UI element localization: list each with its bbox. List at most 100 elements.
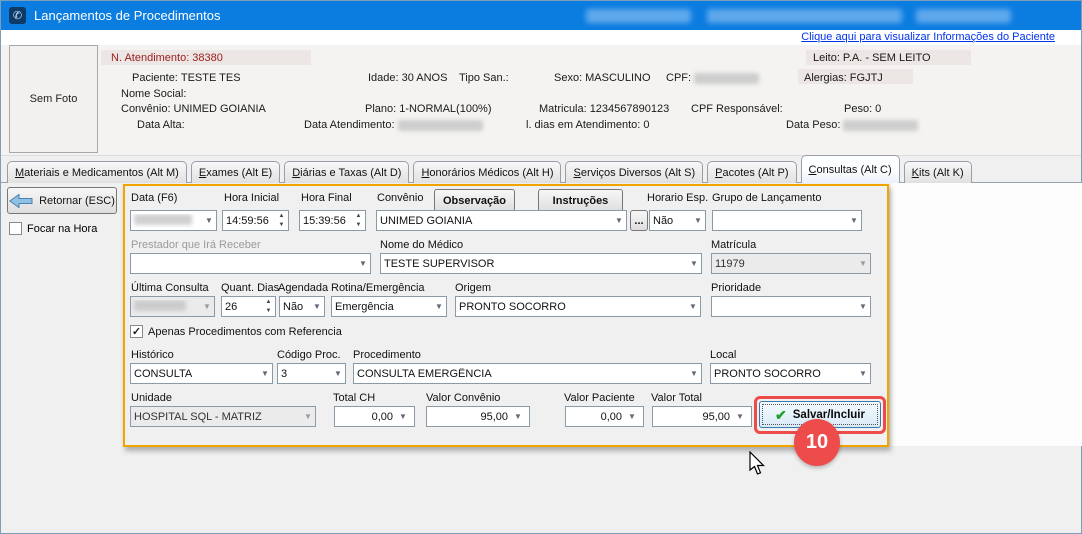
valor-total-field[interactable]: 95,00 ▼ [652, 406, 752, 427]
procedimento-combo[interactable]: CONSULTA EMERGÊNCIA ▼ [353, 363, 702, 384]
focar-label: Focar na Hora [27, 223, 97, 235]
nome-medico-label: Nome do Médico [380, 239, 463, 251]
chevron-down-icon: ▼ [856, 369, 870, 378]
field-paciente: Paciente: TESTE TES [132, 71, 241, 85]
instrucoes-button[interactable]: Instruções [538, 189, 623, 212]
tab-honorarios-medicos[interactable]: Honorários Médicos (Alt H) [413, 161, 561, 183]
codigo-proc-combo[interactable]: 3 ▼ [277, 363, 346, 384]
chevron-down-icon: ▼ [733, 412, 747, 421]
redacted-value [134, 214, 192, 225]
field-data-alta: Data Alta: [137, 118, 188, 132]
hora-inicial-label: Hora Inicial [224, 192, 279, 204]
matricula-label: Matrícula [711, 239, 756, 251]
valor-paciente-label: Valor Paciente [564, 392, 635, 404]
hora-inicial-spinner[interactable]: 14:59:56 ▲▼ [222, 210, 289, 231]
hora-final-label: Hora Final [301, 192, 352, 204]
quant-dias-spinner[interactable]: 26 ▲▼ [221, 296, 276, 317]
chevron-down-icon: ▼ [331, 369, 345, 378]
hora-final-spinner[interactable]: 15:39:56 ▲▼ [299, 210, 366, 231]
check-icon: ✔ [775, 408, 787, 422]
chevron-down-icon: ▼ [691, 216, 705, 225]
spinner-arrows-icon[interactable]: ▲▼ [275, 212, 288, 230]
spinner-arrows-icon[interactable]: ▲▼ [262, 298, 275, 316]
redacted-title-text [707, 9, 902, 23]
field-peso: Peso: 0 [844, 102, 881, 116]
origem-label: Origem [455, 282, 491, 294]
total-ch-field[interactable]: 0,00 ▼ [334, 406, 415, 427]
chevron-down-icon: ▼ [432, 302, 446, 311]
chevron-down-icon: ▼ [396, 412, 410, 421]
data-f6-label: Data (F6) [131, 192, 177, 204]
field-n-atendimento: N. Atendimento: 38380 [111, 51, 223, 65]
redacted-value [398, 120, 483, 131]
grupo-lancamento-combo[interactable]: ▼ [712, 210, 862, 231]
tab-servicos-diversos[interactable]: Serviços Diversos (Alt S) [565, 161, 703, 183]
local-label: Local [710, 349, 736, 361]
origem-combo[interactable]: PRONTO SOCORRO ▼ [455, 296, 701, 317]
redacted-title-text [916, 9, 1011, 23]
field-alergias: Alergias: FGJTJ [804, 71, 883, 85]
chevron-down-icon: ▼ [687, 369, 701, 378]
prestador-combo[interactable]: ▼ [130, 253, 371, 274]
historico-combo[interactable]: CONSULTA ▼ [130, 363, 273, 384]
chevron-down-icon: ▼ [625, 412, 639, 421]
redacted-value [134, 300, 186, 311]
agendada-combo[interactable]: Não ▼ [279, 296, 325, 317]
tab-exames[interactable]: Exames (Alt E) [191, 161, 280, 183]
tab-strip: Materiais e Medicamentos (Alt M)Exames (… [7, 155, 972, 183]
valor-paciente-field[interactable]: 0,00 ▼ [565, 406, 644, 427]
chevron-down-icon: ▼ [511, 412, 525, 421]
observacao-button[interactable]: Observação [434, 189, 515, 212]
convenio-ellipsis-button[interactable]: ... [630, 210, 648, 231]
patient-info-link[interactable]: Clique aqui para visualizar Informações … [801, 31, 1055, 43]
redacted-title-text [586, 9, 691, 23]
quant-dias-label: Quant. Dias [221, 282, 279, 294]
chevron-down-icon: ▼ [202, 216, 216, 225]
chevron-down-icon: ▼ [310, 302, 324, 311]
photo-placeholder-text: Sem Foto [30, 93, 78, 105]
spinner-arrows-icon[interactable]: ▲▼ [352, 212, 365, 230]
valor-convenio-field[interactable]: 95,00 ▼ [426, 406, 530, 427]
procedimento-label: Procedimento [353, 349, 421, 361]
field-dias-em-atendimento: l. dias em Atendimento: 0 [526, 118, 649, 132]
field-nome-social: Nome Social: [121, 87, 189, 101]
field-data-peso: Data Peso: [786, 118, 918, 132]
chevron-down-icon: ▼ [687, 259, 701, 268]
tab-kits[interactable]: Kits (Alt K) [904, 161, 972, 183]
back-arrow-icon [9, 194, 33, 208]
chevron-down-icon: ▼ [200, 302, 214, 311]
field-convenio: Convênio: UNIMED GOIANIA [121, 102, 266, 116]
tab-diarias-e-taxas[interactable]: Diárias e Taxas (Alt D) [284, 161, 409, 183]
tab-pacotes[interactable]: Pacotes (Alt P) [707, 161, 796, 183]
rotina-emergencia-label: Rotina/Emergência [331, 282, 425, 294]
chevron-down-icon: ▼ [856, 302, 870, 311]
prestador-label: Prestador que Irá Receber [131, 239, 261, 251]
field-matricula: Matricula: 1234567890123 [539, 102, 669, 116]
unidade-combo: HOSPITAL SQL - MATRIZ ▼ [130, 406, 316, 427]
window-title: Lançamentos de Procedimentos [34, 8, 220, 23]
convenio-label: Convênio [377, 192, 423, 204]
chevron-down-icon: ▼ [612, 216, 626, 225]
tab-consultas[interactable]: Consultas (Alt C) [801, 155, 900, 183]
data-f6-combo[interactable]: ▼ [130, 210, 217, 231]
content-pane [891, 183, 1082, 446]
chevron-down-icon: ▼ [356, 259, 370, 268]
codigo-proc-label: Código Proc. [277, 349, 341, 361]
apenas-referencia-checkbox[interactable] [130, 325, 143, 338]
nome-medico-combo[interactable]: TESTE SUPERVISOR ▼ [380, 253, 702, 274]
rotina-emergencia-combo[interactable]: Emergência ▼ [331, 296, 447, 317]
total-ch-label: Total CH [333, 392, 375, 404]
agendada-label: Agendada [278, 282, 328, 294]
horario-esp-combo[interactable]: Não ▼ [649, 210, 706, 231]
convenio-combo[interactable]: UNIMED GOIANIA ▼ [376, 210, 627, 231]
field-plano: Plano: 1-NORMAL(100%) [365, 102, 492, 116]
local-combo[interactable]: PRONTO SOCORRO ▼ [710, 363, 871, 384]
unidade-label: Unidade [131, 392, 172, 404]
photo-placeholder: Sem Foto [9, 45, 98, 153]
chevron-down-icon: ▼ [856, 259, 870, 268]
retornar-button[interactable]: Retornar (ESC) [7, 187, 117, 214]
redacted-value [843, 120, 918, 131]
tab-materiais-e-medicamentos[interactable]: Materiais e Medicamentos (Alt M) [7, 161, 187, 183]
focar-checkbox[interactable] [9, 222, 22, 235]
prioridade-combo[interactable]: ▼ [711, 296, 871, 317]
